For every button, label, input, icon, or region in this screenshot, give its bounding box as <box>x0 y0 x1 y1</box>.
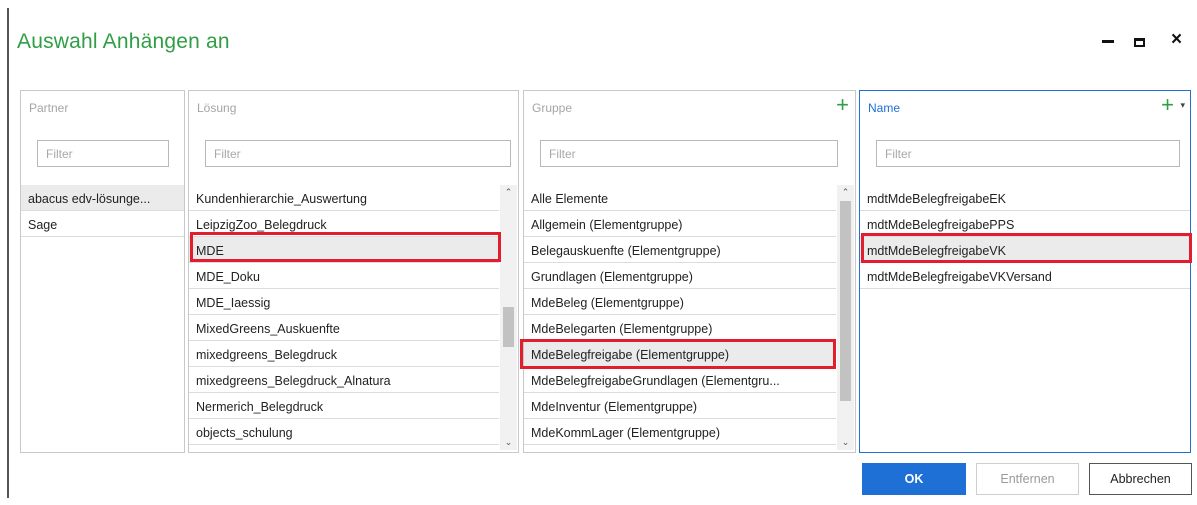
dialog-title: Auswahl Anhängen an <box>17 30 230 53</box>
name-list: mdtMdeBelegfreigabeEK mdtMdeBelegfreigab… <box>860 185 1190 289</box>
list-item[interactable]: Sage <box>21 211 184 237</box>
loesung-filter-input[interactable] <box>205 140 511 167</box>
scroll-up-icon[interactable]: ⌃ <box>837 185 854 200</box>
cancel-button[interactable]: Abbrechen <box>1089 463 1192 495</box>
list-item[interactable]: MdeBeleg (Elementgruppe) <box>524 289 836 315</box>
scroll-up-icon[interactable]: ⌃ <box>500 185 517 200</box>
list-item[interactable]: mixedgreens_Belegdruck_Alnatura <box>189 367 499 393</box>
scroll-thumb[interactable] <box>503 307 514 347</box>
gruppe-scrollbar[interactable]: ⌃ ⌄ <box>837 185 854 450</box>
list-item[interactable]: MdeBelegarten (Elementgruppe) <box>524 315 836 341</box>
gruppe-filter-input[interactable] <box>540 140 838 167</box>
window-edge <box>7 8 9 498</box>
gruppe-list: Alle Elemente Allgemein (Elementgruppe) … <box>524 185 836 445</box>
list-item[interactable]: Allgemein (Elementgruppe) <box>524 211 836 237</box>
partner-list: abacus edv-lösunge... Sage <box>21 185 184 237</box>
column-gruppe-header: Gruppe <box>532 101 573 115</box>
loesung-list: Kundenhierarchie_Auswertung LeipzigZoo_B… <box>189 185 499 445</box>
list-item[interactable]: MDE_Iaessig <box>189 289 499 315</box>
list-item[interactable]: MDE_Doku <box>189 263 499 289</box>
list-item[interactable]: MdeInventur (Elementgruppe) <box>524 393 836 419</box>
list-item[interactable]: mdtMdeBelegfreigabePPS <box>860 211 1190 237</box>
name-filter-input[interactable] <box>876 140 1180 167</box>
column-partner: Partner abacus edv-lösunge... Sage <box>20 90 185 453</box>
column-name-header: Name <box>868 101 901 115</box>
column-loesung-header: Lösung <box>197 101 237 115</box>
list-item[interactable]: Grundlagen (Elementgruppe) <box>524 263 836 289</box>
scroll-down-icon[interactable]: ⌄ <box>500 435 517 450</box>
column-loesung: Lösung Kundenhierarchie_Auswertung Leipz… <box>188 90 519 453</box>
partner-filter-input[interactable] <box>37 140 169 167</box>
list-item[interactable]: mdtMdeBelegfreigabeEK <box>860 185 1190 211</box>
add-name-icon[interactable]: + <box>1161 93 1174 117</box>
list-item[interactable]: MdeBelegfreigabeGrundlagen (Elementgru..… <box>524 367 836 393</box>
list-item[interactable]: LeipzigZoo_Belegdruck <box>189 211 499 237</box>
column-partner-header: Partner <box>29 101 69 115</box>
list-item[interactable]: Kundenhierarchie_Auswertung <box>189 185 499 211</box>
list-item[interactable]: Belegauskuenfte (Elementgruppe) <box>524 237 836 263</box>
scroll-down-icon[interactable]: ⌄ <box>837 435 854 450</box>
minimize-icon[interactable] <box>1102 40 1114 43</box>
list-item[interactable]: objects_schulung <box>189 419 499 445</box>
loesung-scrollbar[interactable]: ⌃ ⌄ <box>500 185 517 450</box>
maximize-icon[interactable] <box>1134 38 1145 47</box>
list-item[interactable]: MixedGreens_Auskuenfte <box>189 315 499 341</box>
add-group-icon[interactable]: + <box>836 93 849 117</box>
close-icon[interactable]: × <box>1171 30 1182 50</box>
list-item[interactable]: mixedgreens_Belegdruck <box>189 341 499 367</box>
list-item-selected[interactable]: mdtMdeBelegfreigabeVK <box>860 237 1190 263</box>
chevron-down-icon[interactable]: ▾ <box>1180 100 1185 111</box>
list-item[interactable]: Alle Elemente <box>524 185 836 211</box>
remove-button[interactable]: Entfernen <box>976 463 1079 495</box>
list-item-selected[interactable]: MdeBelegfreigabe (Elementgruppe) <box>524 341 836 367</box>
list-item[interactable]: mdtMdeBelegfreigabeVKVersand <box>860 263 1190 289</box>
list-item[interactable]: Nermerich_Belegdruck <box>189 393 499 419</box>
list-item-selected[interactable]: MDE <box>189 237 499 263</box>
list-item[interactable]: abacus edv-lösunge... <box>21 185 184 211</box>
column-name: Name + ▾ mdtMdeBelegfreigabeEK mdtMdeBel… <box>859 90 1191 453</box>
scroll-thumb[interactable] <box>840 201 851 401</box>
ok-button[interactable]: OK <box>862 463 966 495</box>
list-item[interactable]: MdeKommLager (Elementgruppe) <box>524 419 836 445</box>
column-gruppe: Gruppe + Alle Elemente Allgemein (Elemen… <box>523 90 856 453</box>
